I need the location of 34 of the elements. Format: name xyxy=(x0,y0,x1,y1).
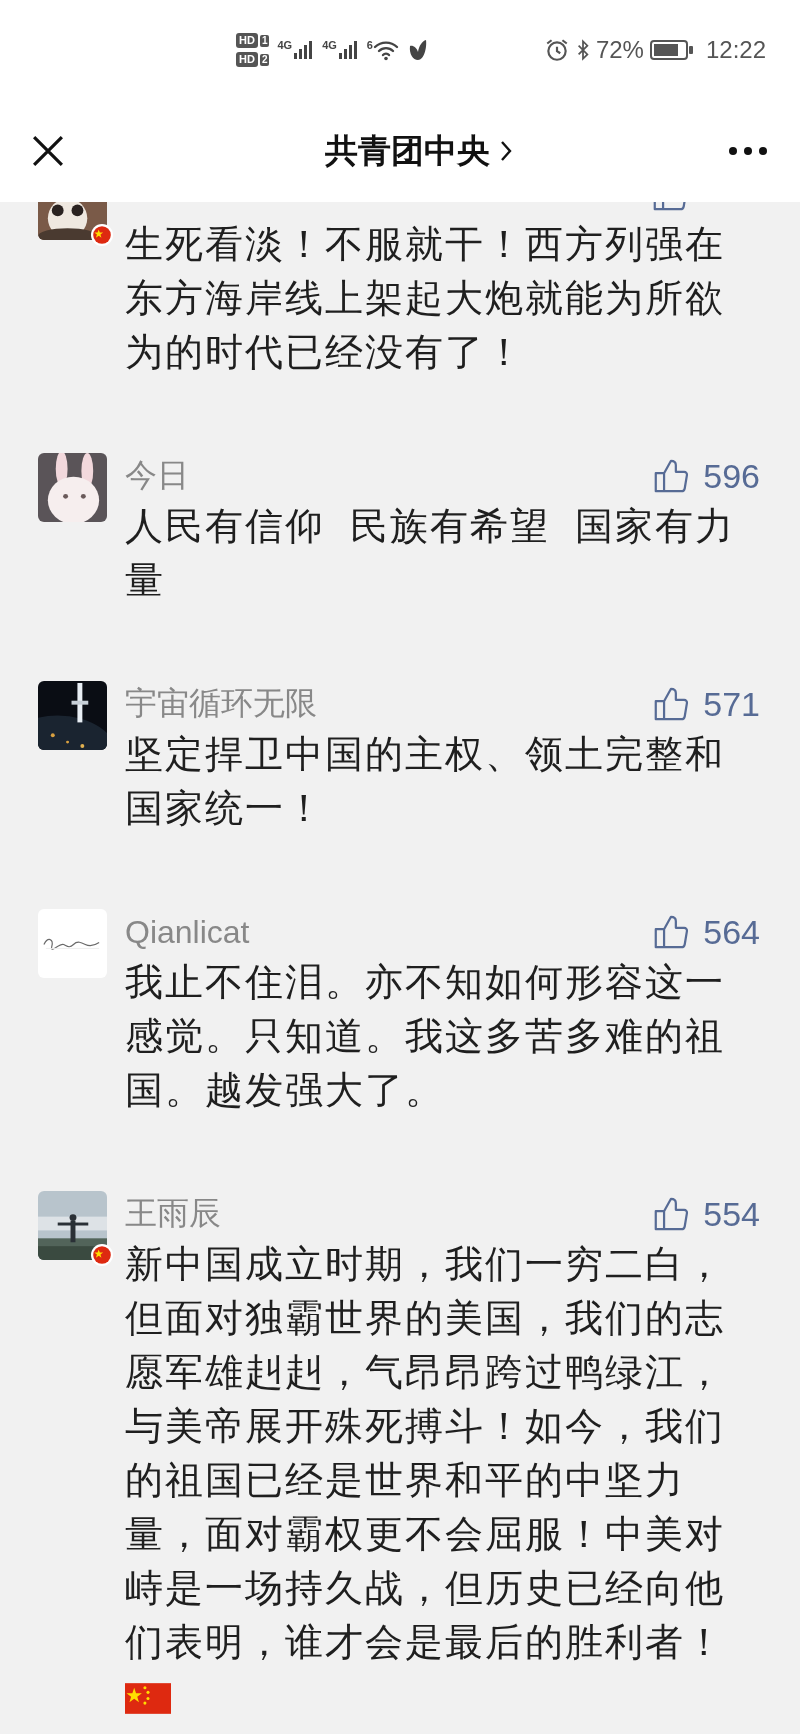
network-label: 4G xyxy=(277,39,293,51)
network-label: 4G xyxy=(322,39,337,51)
thumbs-up-icon xyxy=(653,686,690,722)
wifi-label: 6 xyxy=(366,39,373,51)
comment-text: 人民有信仰 民族有希望 国家有力量 xyxy=(125,504,737,603)
slot-number: 2 xyxy=(259,53,270,66)
thumbs-up-icon xyxy=(653,1196,690,1232)
battery-icon xyxy=(649,39,694,61)
comment-text: 坚定捍卫中国的主权、领土完整和国家统一！ xyxy=(125,732,726,831)
user-name: 宇宙循环无限 xyxy=(125,684,317,723)
more-icon xyxy=(728,146,768,156)
thumbs-up-icon xyxy=(653,914,690,950)
user-name: 王雨辰 xyxy=(125,1194,221,1233)
battery-percent: 72% xyxy=(595,36,644,64)
comment-text: 生死看淡！不服就干！西方列强在东方海岸线上架起大炮就能为所欲为的时代已经没有了！ xyxy=(125,222,726,375)
account-name-link[interactable]: 共青团中央 xyxy=(324,128,512,174)
hd-badge: HD xyxy=(236,52,258,67)
comment-text: 新中国成立时期，我们一穷二白，但面对独霸世界的美国，我们的志愿军雄赳赳，气昂昂跨过鸭绿江，与美帝展开殊死搏斗！如今，我们的祖国已经是世界和平的中坚力量，面对霸权更不会屈服！中美对峙是一场持久战，但历史已经向他们表明，谁才会是最后的胜利者！ xyxy=(125,1242,726,1665)
user-name: 今日 xyxy=(125,456,189,495)
user-name: Qianlicat xyxy=(125,913,250,951)
hd-badge: HD xyxy=(236,33,258,48)
like-button[interactable]: 554 xyxy=(653,1194,760,1234)
slot-number: 1 xyxy=(259,34,270,47)
comment-text: 我止不住泪。亦不知如何形容这一感觉。只知道。我这多苦多难的祖国。越发强大了。 xyxy=(125,960,726,1113)
like-button[interactable]: 564 xyxy=(653,912,760,952)
clock-time: 12:22 xyxy=(705,36,766,64)
signal-icon xyxy=(292,39,315,61)
signal-icon xyxy=(336,39,359,61)
wifi-icon xyxy=(372,39,399,61)
bluetooth-icon xyxy=(575,37,590,63)
like-button[interactable]: 596 xyxy=(653,456,760,496)
thumbs-up-icon xyxy=(653,458,690,494)
like-button[interactable]: 571 xyxy=(653,684,760,724)
chevron-right-icon xyxy=(499,140,512,162)
